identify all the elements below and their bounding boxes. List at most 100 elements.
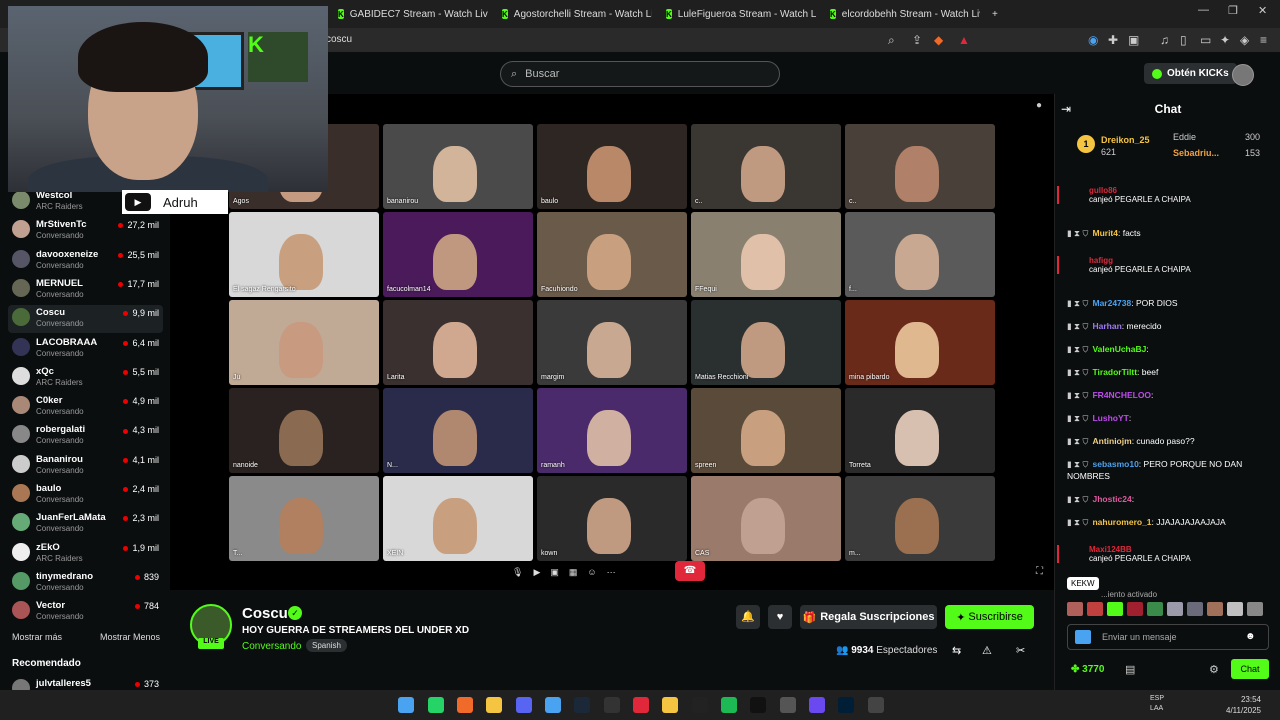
chat-username[interactable]: hafigg [1089,256,1277,265]
input-language[interactable]: ESP LAA [1150,694,1164,714]
sidebar-item-zeko[interactable]: zEkO ARC Raiders 1,9 mil [8,540,163,568]
emote-icon[interactable] [1067,602,1083,616]
ai-icon[interactable]: ✦ [1220,33,1230,47]
chat-username[interactable]: LushoYT [1092,413,1128,423]
sidebar-item-c0ker[interactable]: C0ker Conversando 4,9 mil [8,393,163,421]
sidebar-icon[interactable]: ▯ [1180,33,1187,47]
spotify-icon[interactable] [721,697,737,713]
sidebar-item-lacobraaa[interactable]: LACOBRAAA Conversando 6,4 mil [8,335,163,363]
gift-subs-button[interactable]: 🎁 Regala Suscripciones [800,605,937,629]
chat-bubble-icon[interactable]: ● [1036,100,1042,111]
app-icon[interactable] [809,697,825,713]
sidebar-item-xqc[interactable]: xQc ARC Raiders 5,5 mil [8,364,163,392]
emote-icon[interactable] [1147,602,1163,616]
app-icon[interactable] [868,697,884,713]
settings-icon[interactable]: ⚙ [1209,663,1219,676]
zoom-icon[interactable]: ⌕ [888,33,895,48]
chat-username[interactable]: Jhostic24 [1092,494,1131,504]
sidebar-item-baulo[interactable]: baulo Conversando 2,4 mil [8,481,163,509]
emote-icon[interactable] [1087,602,1103,616]
emote-icon[interactable] [1107,602,1123,616]
menu-icon[interactable]: ≡ [1260,33,1267,47]
rewards-icon[interactable]: ▲ [958,33,970,47]
new-tab-icon[interactable]: + [992,4,1004,24]
start-icon[interactable] [398,697,414,713]
app-icon[interactable] [604,697,620,713]
send-chat-button[interactable]: Chat [1231,659,1269,679]
chat-username[interactable]: gullo86 [1089,186,1277,195]
brave-shield-icon[interactable]: ◆ [934,33,943,47]
sidebar-item-tinymedrano[interactable]: tinymedrano Conversando 839 [8,569,163,597]
maximize-icon[interactable]: ❐ [1228,4,1238,17]
chat-username[interactable]: ValenUchaBJ [1092,344,1146,354]
file-explorer-icon[interactable] [486,697,502,713]
chat-username[interactable]: Maxi124BB [1089,545,1277,554]
follow-heart-icon[interactable]: ♥ [768,605,792,629]
system-clock[interactable]: 23:54 4/11/2025 [1226,694,1261,716]
minimize-icon[interactable]: — [1198,4,1209,16]
chat-message-input[interactable]: Enviar un mensaje [1067,624,1269,650]
chat-username[interactable]: Mar24738 [1092,298,1131,308]
tiktok-icon[interactable] [633,697,649,713]
sidebar-item-juanferlamata[interactable]: JuanFerLaMata Conversando 2,3 mil [8,510,163,538]
browser-tab[interactable]: Kelcordobehh Stream - Watch Live on [830,4,980,24]
photos-icon[interactable] [545,697,561,713]
tiktok-live-icon[interactable] [750,697,766,713]
emote-icon[interactable] [1167,602,1183,616]
chat-username[interactable]: nahuromero_1 [1092,517,1151,527]
whatsapp-icon[interactable] [428,697,444,713]
sidebar-item-coscu[interactable]: Coscu Conversando 9,9 mil [8,305,163,334]
screenshot-icon[interactable]: ▣ [1128,33,1139,47]
extensions-icon[interactable]: ✚ [1108,33,1118,47]
capcut-icon[interactable] [692,697,708,713]
discord-icon[interactable] [516,697,532,713]
url-field[interactable]: coscu [326,34,352,45]
chat-username[interactable]: FR4NCHELOO [1092,390,1151,400]
channel-name[interactable]: Coscu [242,605,288,622]
chat-username[interactable]: TiradorTiltt [1092,367,1137,377]
emote-icon[interactable] [1207,602,1223,616]
channel-points[interactable]: ✤ 3770 [1071,664,1104,675]
emote-icon[interactable] [1187,602,1203,616]
user-avatar[interactable] [1232,64,1254,86]
get-kicks-button[interactable]: Obtén KICKs [1144,63,1237,84]
chat-username[interactable]: sebasmo10 [1092,459,1138,469]
obs-icon[interactable] [780,697,796,713]
language-tag[interactable]: Spanish [306,639,347,652]
chat-username[interactable]: Antiniojm [1092,436,1131,446]
emoji-picker-icon[interactable]: ☻ [1245,631,1256,642]
browser-tab[interactable]: K Agostorchelli Stream - Watch Live on [502,4,652,24]
audio-icon[interactable]: ◉ [1088,33,1098,47]
share-icon[interactable]: ⇆ [952,644,961,657]
share-icon[interactable]: ⇪ [912,33,922,47]
chat-username[interactable]: Murit4 [1092,228,1118,238]
app-icon[interactable] [662,697,678,713]
sidebar-item-mernuel[interactable]: MERNUEL Conversando 17,7 mil [8,276,163,304]
fullscreen-icon[interactable]: ⛶ [1036,566,1043,577]
store-icon[interactable]: ▤ [1125,663,1135,676]
show-less-link[interactable]: Mostrar Menos [100,632,160,642]
photoshop-icon[interactable] [838,697,854,713]
search-input[interactable]: ⌕ Buscar [500,61,780,87]
sidebar-item-davooxeneize[interactable]: davooxeneize Conversando 25,5 mil [8,247,163,275]
sidebar-item-vector[interactable]: Vector Conversando 784 [8,598,163,626]
vpn-icon[interactable]: ◈ [1240,33,1249,47]
media-icon[interactable]: ♫ [1160,33,1169,47]
sidebar-item-bananirou[interactable]: Bananirou Conversando 4,1 mil [8,452,163,480]
stream-category[interactable]: Conversando [242,641,301,652]
emote-icon[interactable] [1247,602,1263,616]
steam-icon[interactable] [574,697,590,713]
sidebar-item-mrstiventc[interactable]: MrStivenTc Conversando 27,2 mil [8,217,163,245]
report-icon[interactable]: ⚠ [982,644,992,657]
sidebar-item-robergalati[interactable]: robergalati Conversando 4,3 mil [8,422,163,450]
wallet-icon[interactable]: ▭ [1200,33,1211,47]
chat-username[interactable]: Harhan [1092,321,1121,331]
browser-tab[interactable]: K LuleFigueroa Stream - Watch Live on [666,4,816,24]
subscribe-button[interactable]: ✦ Suscribirse [945,605,1034,629]
emote-icon[interactable] [1227,602,1243,616]
browser-tab[interactable]: K GABIDEC7 Stream - Watch Live on Ki [338,4,488,24]
notification-bell-icon[interactable]: 🔔 [736,605,760,629]
clip-icon[interactable]: ✂ [1016,644,1025,657]
brave-icon[interactable] [457,697,473,713]
show-more-link[interactable]: Mostrar más [12,632,62,642]
